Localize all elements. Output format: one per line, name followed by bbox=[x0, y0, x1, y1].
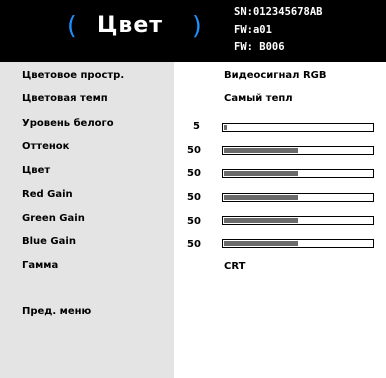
left-bracket: ( bbox=[67, 11, 77, 40]
tint-number: 50 bbox=[187, 145, 201, 156]
menu-item-color[interactable]: Цвет bbox=[22, 165, 50, 176]
slider-fill bbox=[224, 218, 298, 223]
previous-menu-item[interactable]: Пред. меню bbox=[22, 306, 91, 317]
menu-item-blue-gain[interactable]: Blue Gain bbox=[22, 236, 76, 247]
tint-slider[interactable] bbox=[222, 146, 374, 155]
slider-fill bbox=[224, 125, 227, 130]
gamma-value[interactable]: CRT bbox=[224, 261, 245, 272]
menu-header: ( Цвет ) SN:012345678AB FW:a01 FW: B006 bbox=[0, 0, 386, 62]
menu-title: Цвет bbox=[97, 13, 164, 38]
red-gain-number: 50 bbox=[187, 192, 201, 203]
green-gain-slider[interactable] bbox=[222, 216, 374, 225]
firmware-version-1: FW:a01 bbox=[234, 23, 272, 36]
slider-fill bbox=[224, 241, 298, 246]
red-gain-slider[interactable] bbox=[222, 193, 374, 202]
green-gain-number: 50 bbox=[187, 216, 201, 227]
menu-item-red-gain[interactable]: Red Gain bbox=[22, 189, 73, 200]
menu-item-green-gain[interactable]: Green Gain bbox=[22, 213, 85, 224]
color-slider[interactable] bbox=[222, 169, 374, 178]
white-level-number: 5 bbox=[193, 121, 200, 132]
menu-item-color-temp[interactable]: Цветовая темп bbox=[22, 93, 108, 104]
slider-fill bbox=[224, 195, 298, 200]
firmware-version-2: FW: B006 bbox=[234, 41, 285, 53]
color-temp-value[interactable]: Самый тепл bbox=[224, 93, 293, 104]
serial-number: SN:012345678AB bbox=[234, 6, 323, 18]
color-space-value[interactable]: Видеосигнал RGB bbox=[224, 70, 327, 81]
slider-fill bbox=[224, 171, 298, 176]
blue-gain-number: 50 bbox=[187, 239, 201, 250]
firmware-info: SN:012345678AB FW:a01 FW: B006 bbox=[234, 4, 323, 57]
menu-item-tint[interactable]: Оттенок bbox=[22, 141, 69, 152]
menu-item-white-level[interactable]: Уровень белого bbox=[22, 118, 114, 129]
menu-item-gamma[interactable]: Гамма bbox=[22, 260, 58, 271]
slider-fill bbox=[224, 148, 298, 153]
right-bracket: ) bbox=[192, 11, 202, 40]
menu-item-color-space[interactable]: Цветовое простр. bbox=[22, 70, 124, 81]
blue-gain-slider[interactable] bbox=[222, 239, 374, 248]
white-level-slider[interactable] bbox=[222, 123, 374, 132]
color-osd-menu: ( Цвет ) SN:012345678AB FW:a01 FW: B006 … bbox=[0, 0, 386, 378]
color-number: 50 bbox=[187, 168, 201, 179]
